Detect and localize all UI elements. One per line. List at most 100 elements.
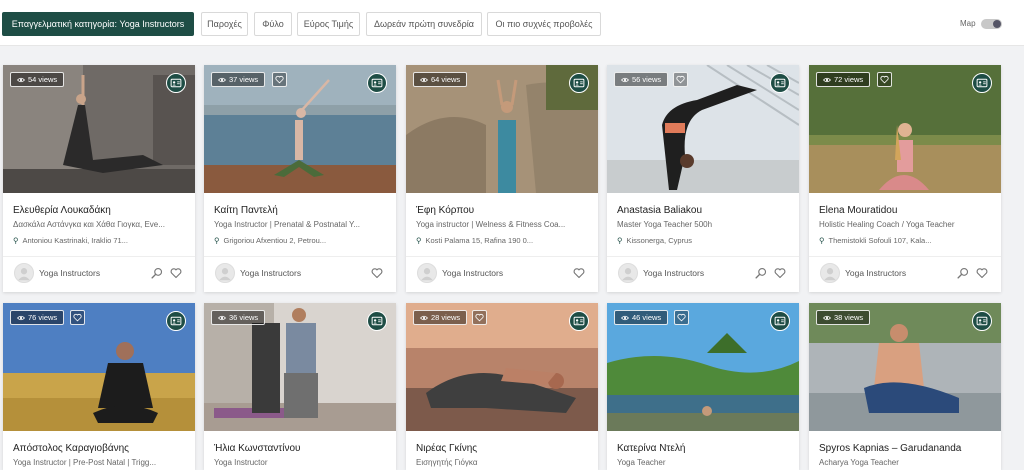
contact-card-icon[interactable] [770,73,790,93]
views-count: 36 views [229,313,259,322]
heart-icon[interactable] [573,266,585,278]
map-toggle[interactable] [981,19,1002,29]
profile-photo[interactable]: 72 views [809,65,1001,193]
favorite-heart-icon[interactable] [673,72,688,87]
instructor-name[interactable]: Νιρέας Γκίνης [416,443,477,454]
contact-card-icon[interactable] [569,73,589,93]
contact-card-icon[interactable] [166,311,186,331]
card-footer: Yoga Instructors [3,261,195,285]
card-footer: Yoga Instructors [406,261,598,285]
filter-most-viewed-chip[interactable]: Οι πιο συχνές προβολές [487,12,601,36]
profile-photo[interactable]: 56 views [607,65,799,193]
views-count: 46 views [632,313,662,322]
views-badge: 36 views [211,310,266,325]
instructor-card[interactable]: 72 views Elena Mouratidou Holistic Heali… [809,65,1001,292]
contact-card-icon[interactable] [770,311,790,331]
heart-icon[interactable] [371,266,383,278]
favorite-heart-icon[interactable] [70,310,85,325]
instructor-name[interactable]: Έφη Κόρπου [416,205,474,216]
zoom-icon[interactable] [151,266,163,278]
views-count: 56 views [632,75,662,84]
contact-card-icon[interactable] [972,311,992,331]
category-link[interactable]: Yoga Instructors [39,268,100,278]
instructor-name[interactable]: Ελευθερία Λουκαδάκη [13,205,111,216]
contact-card-icon[interactable] [569,311,589,331]
contact-card-icon[interactable] [367,311,387,331]
address-text: Antoniou Kastrinaki, Iraklio 71... [22,236,128,245]
card-divider [406,256,598,257]
instructor-address: ⚲ Kosti Palama 15, Rafina 190 0... [416,236,591,245]
instructor-card[interactable]: 56 views Anastasia Baliakou Master Yoga … [607,65,799,292]
card-divider [3,256,195,257]
category-link[interactable]: Yoga Instructors [442,268,503,278]
instructor-card[interactable]: 37 views Καίτη Παντελή Yoga Instructor |… [204,65,396,292]
map-pin-icon: ⚲ [416,236,422,245]
filter-free-session-chip[interactable]: Δωρεάν πρώτη συνεδρία [366,12,482,36]
category-link[interactable]: Yoga Instructors [845,268,906,278]
instructor-name[interactable]: Καίτη Παντελή [214,205,278,216]
instructor-card[interactable]: 76 views Απόστολος Καραγιοβάνης Yoga Ins… [3,303,195,470]
instructor-card[interactable]: 64 views Έφη Κόρπου Yoga instructor | We… [406,65,598,292]
profile-photo[interactable]: 46 views [607,303,799,431]
avatar [618,263,638,283]
views-badge: 54 views [10,72,65,87]
instructor-name[interactable]: Anastasia Baliakou [617,205,702,216]
profile-photo[interactable]: 37 views [204,65,396,193]
profile-photo[interactable]: 36 views [204,303,396,431]
views-count: 38 views [834,313,864,322]
contact-card-icon[interactable] [972,73,992,93]
instructor-name[interactable]: Ήλια Κωνσταντίνου [214,443,300,454]
profile-photo[interactable]: 28 views [406,303,598,431]
filter-category-chip[interactable]: Επαγγελματική κατηγορία: Yoga Instructor… [2,12,194,36]
views-count: 54 views [28,75,58,84]
instructor-card[interactable]: 46 views Κατερίνα Ντελή Yoga Teacher [607,303,799,470]
favorite-heart-icon[interactable] [674,310,689,325]
heart-icon[interactable] [976,266,988,278]
card-divider [204,256,396,257]
filter-price-chip[interactable]: Εύρος Τιμής [297,12,360,36]
avatar [417,263,437,283]
instructor-title: Yoga Instructor [214,458,268,467]
views-badge: 46 views [614,310,669,325]
instructor-card[interactable]: 36 views Ήλια Κωνσταντίνου Yoga Instruct… [204,303,396,470]
card-footer: Yoga Instructors [204,261,396,285]
instructor-title: Δασκάλα Αστάνγκα και Χάθα Γιογκα, Eve... [13,220,165,229]
instructor-card[interactable]: 28 views Νιρέας Γκίνης Εισηγητής Γιόγκα [406,303,598,470]
instructor-name[interactable]: Elena Mouratidou [819,205,897,216]
avatar [820,263,840,283]
instructor-address: ⚲ Themistokli Sofouli 107, Kala... [819,236,994,245]
views-count: 72 views [834,75,864,84]
instructor-title: Εισηγητής Γιόγκα [416,458,478,467]
address-text: Kissonerga, Cyprus [626,236,692,245]
category-link[interactable]: Yoga Instructors [240,268,301,278]
favorite-heart-icon[interactable] [877,72,892,87]
instructor-name[interactable]: Κατερίνα Ντελή [617,443,685,454]
filter-gender-chip[interactable]: Φύλο [254,12,292,36]
favorite-heart-icon[interactable] [472,310,487,325]
zoom-icon[interactable] [957,266,969,278]
instructor-address: ⚲ Grigoriou Afxentiou 2, Petrou... [214,236,389,245]
instructor-name[interactable]: Απόστολος Καραγιοβάνης [13,443,129,454]
map-pin-icon: ⚲ [13,236,19,245]
heart-icon[interactable] [170,266,182,278]
map-pin-icon: ⚲ [214,236,220,245]
instructor-title: Yoga Instructor | Prenatal & Postnatal Y… [214,220,361,229]
profile-photo[interactable]: 64 views [406,65,598,193]
contact-card-icon[interactable] [166,73,186,93]
instructor-card[interactable]: 54 views Ελευθερία Λουκαδάκη Δασκάλα Αστ… [3,65,195,292]
instructor-title: Yoga Instructor | Pre-Post Natal | Trigg… [13,458,157,467]
instructor-name[interactable]: Spyros Kapnias – Garudananda [819,443,961,454]
filter-services-chip[interactable]: Παροχές [201,12,248,36]
views-badge: 72 views [816,72,871,87]
contact-card-icon[interactable] [367,73,387,93]
heart-icon[interactable] [774,266,786,278]
zoom-icon[interactable] [755,266,767,278]
address-text: Themistokli Sofouli 107, Kala... [828,236,932,245]
instructor-card[interactable]: 38 views Spyros Kapnias – Garudananda Ac… [809,303,1001,470]
profile-photo[interactable]: 38 views [809,303,1001,431]
category-link[interactable]: Yoga Instructors [643,268,704,278]
profile-photo[interactable]: 76 views [3,303,195,431]
favorite-heart-icon[interactable] [272,72,287,87]
views-badge: 28 views [413,310,468,325]
profile-photo[interactable]: 54 views [3,65,195,193]
